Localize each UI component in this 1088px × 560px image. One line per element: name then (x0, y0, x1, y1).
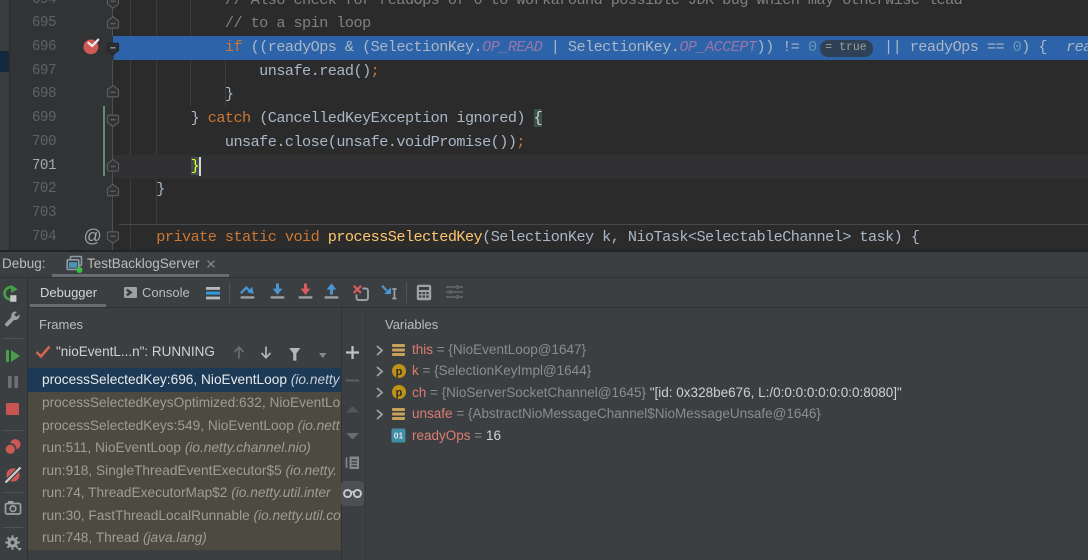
svg-text:p: p (396, 387, 403, 399)
svg-text:01: 01 (394, 430, 404, 440)
svg-text:p: p (396, 366, 403, 378)
